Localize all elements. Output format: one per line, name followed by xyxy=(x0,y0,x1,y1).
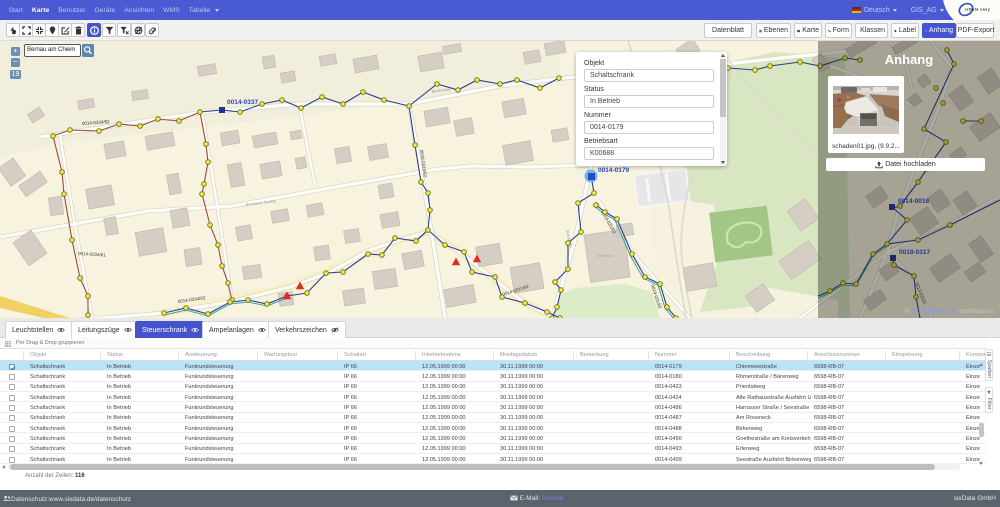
svg-text:ixData easy: ixData easy xyxy=(965,8,990,12)
svg-text:0014-0179: 0014-0179 xyxy=(598,167,629,174)
svg-text:0014-0337: 0014-0337 xyxy=(227,99,258,106)
svg-text:Werkraum: Werkraum xyxy=(597,254,613,258)
